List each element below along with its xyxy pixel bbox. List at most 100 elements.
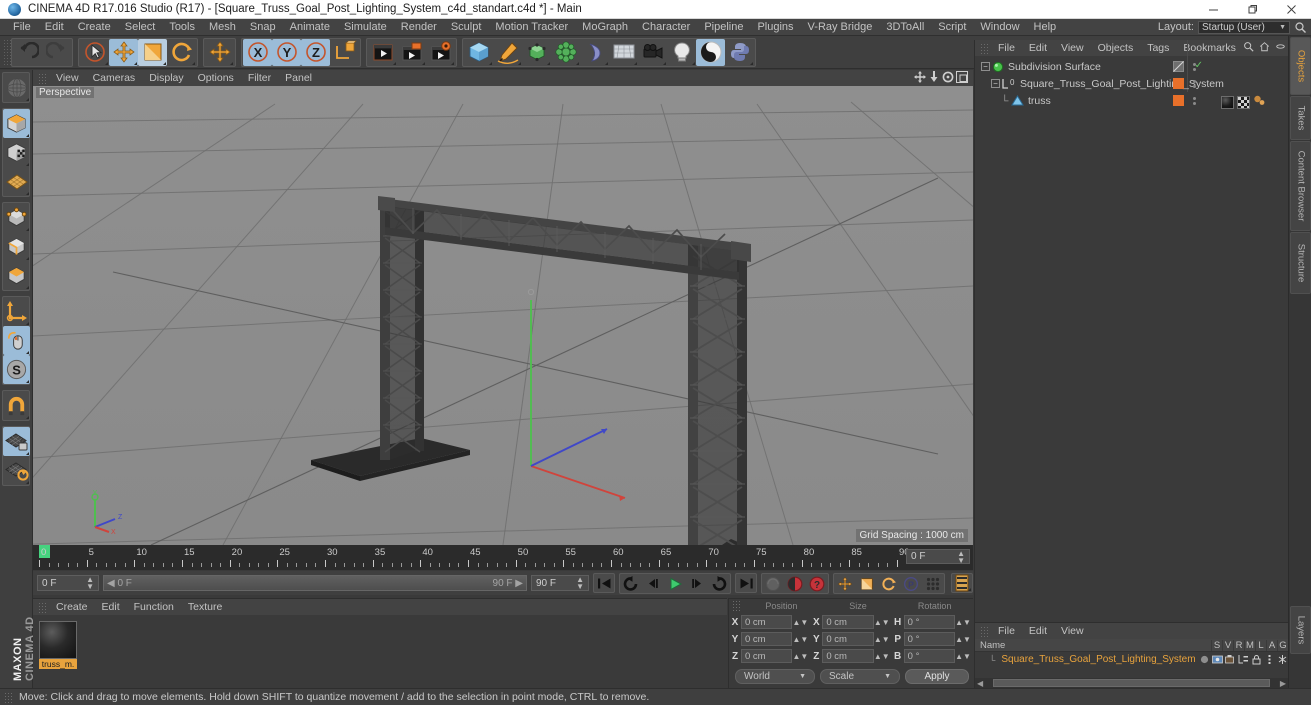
layer-menu-view[interactable]: View [1054,623,1091,639]
play-forwards-loop-button[interactable] [708,574,730,594]
home-icon[interactable] [1259,41,1270,55]
next-frame-button[interactable] [686,574,708,594]
menu-item-mograph[interactable]: MoGraph [575,19,635,36]
search-icon[interactable] [1243,41,1254,55]
tab-takes[interactable]: Takes [1290,96,1311,140]
texture-mode-button[interactable] [3,138,30,167]
param-key-button[interactable]: P [900,574,922,594]
zoom-view-icon[interactable] [928,70,940,86]
stepper-icon[interactable]: ▲▼ [86,576,94,591]
toolbar-grip[interactable] [3,39,11,65]
tab-objects[interactable]: Objects [1290,37,1311,95]
material-tag-preview-icon[interactable] [1221,95,1234,109]
layer-menu-edit[interactable]: Edit [1022,623,1054,639]
display-tag-icon[interactable] [1173,61,1184,72]
record-active-objects-button[interactable] [762,574,784,594]
lock-x-axis-button[interactable]: X [243,38,272,66]
coordinate-mode-select[interactable]: Scale ▼ [820,669,900,684]
rotation-p-input[interactable]: 0 ° [903,632,956,646]
render-settings-button[interactable] [426,39,455,66]
workplane-grid-button[interactable] [3,167,30,196]
object-menu-objects[interactable]: Objects [1091,40,1141,56]
menu-item-file[interactable]: File [6,19,38,36]
search-icon[interactable] [1294,21,1307,34]
previous-frame-button[interactable] [642,574,664,594]
object-menu-edit[interactable]: Edit [1022,40,1054,56]
object-axis-button[interactable] [3,297,30,326]
tab-content-browser[interactable]: Content Browser [1290,141,1311,231]
menu-item-plugins[interactable]: Plugins [750,19,800,36]
texture-tag-icon[interactable] [1237,95,1250,109]
stepper-icon[interactable]: ▲▼ [874,652,890,660]
rotation-key-button[interactable] [878,574,900,594]
array-button[interactable] [551,39,580,66]
live-selection-button[interactable] [80,39,109,66]
tab-structure[interactable]: Structure [1290,232,1311,294]
material-tag-icon[interactable] [1173,95,1184,106]
enabled-check-icon[interactable]: ✓ [1195,60,1203,71]
render-preview-button[interactable] [3,73,30,102]
move-tool-button[interactable] [109,38,138,66]
point-level-anim-button[interactable] [922,574,944,594]
world-object-coord-button[interactable] [330,39,359,66]
material-tag-icon[interactable] [1173,78,1184,89]
solo-dot-icon[interactable] [1199,654,1210,665]
stepper-icon[interactable]: ▲▼ [576,576,584,591]
menu-item-vray-bridge[interactable]: V-Ray Bridge [801,19,880,36]
play-button[interactable] [664,574,686,594]
stepper-icon[interactable]: ▲▼ [955,618,971,626]
coordinates-grip[interactable] [731,599,741,611]
rotate-view-icon[interactable] [942,71,954,86]
close-icon[interactable] [1272,0,1311,19]
menu-item-3dtoall[interactable]: 3DToAll [879,19,931,36]
light-button[interactable] [667,39,696,66]
timeline-ruler[interactable]: 0 5 10 15 20 25 30 35 40 45 50 55 60 65 70 75 80 85 90 0 F… [33,545,973,570]
status-grip[interactable] [4,691,13,703]
lock-y-axis-button[interactable]: Y [272,38,301,66]
keyframe-selection-button[interactable]: ? [806,574,828,594]
generator-icon[interactable] [1277,654,1288,665]
rotation-h-input[interactable]: 0 ° [903,615,956,629]
bend-deformer-button[interactable] [580,39,609,66]
position-y-input[interactable]: 0 cm [741,632,793,646]
maximize-view-icon[interactable] [956,70,968,86]
rotate-tool-button[interactable] [167,39,196,66]
material-menu-create[interactable]: Create [49,599,95,615]
rotation-b-input[interactable]: 0 ° [903,649,956,663]
pan-view-icon[interactable] [914,70,926,86]
menu-item-motion-tracker[interactable]: Motion Tracker [488,19,575,36]
tab-layers[interactable]: Layers [1290,606,1311,654]
position-x-input[interactable]: 0 cm [741,615,793,629]
menu-item-mesh[interactable]: Mesh [202,19,243,36]
size-y-input[interactable]: 0 cm [822,632,874,646]
stepper-icon[interactable]: ▲▼ [792,635,808,643]
stepper-icon[interactable]: ▲▼ [955,635,971,643]
polygons-mode-button[interactable] [3,261,30,290]
timeline-button[interactable] [951,573,973,593]
size-x-input[interactable]: 0 cm [822,615,874,629]
sculpt-button[interactable] [696,38,725,66]
go-to-start-button[interactable] [593,573,615,593]
frame-range-scrubber[interactable]: ◀ 0 F 90 F ▶ [103,575,527,591]
render-icon[interactable] [1224,654,1236,665]
menu-item-render[interactable]: Render [394,19,444,36]
animation-icon[interactable] [1264,654,1275,665]
expand-toggle-icon[interactable]: − [981,62,990,71]
menu-item-animate[interactable]: Animate [283,19,337,36]
menu-item-simulate[interactable]: Simulate [337,19,394,36]
menu-item-script[interactable]: Script [931,19,973,36]
stepper-icon[interactable]: ▲▼ [955,652,971,660]
enable-snap-button[interactable] [3,326,30,355]
object-row-subdivision-surface[interactable]: − Subdivision Surface ✓ [975,58,1288,75]
camera-button[interactable] [638,39,667,66]
workplane-rotate-button[interactable] [3,456,30,485]
scrollbar-thumb[interactable] [993,679,1270,687]
go-to-end-button[interactable] [735,573,757,593]
timeline-frame-field[interactable]: 0 F ▲ ▼ [906,549,970,564]
stepper-icon[interactable]: ▲▼ [874,618,890,626]
menu-item-edit[interactable]: Edit [38,19,71,36]
uv-tag-icon[interactable] [1253,94,1266,110]
layer-menu-file[interactable]: File [991,623,1022,639]
menu-item-window[interactable]: Window [973,19,1026,36]
model-mode-button[interactable] [3,109,30,138]
